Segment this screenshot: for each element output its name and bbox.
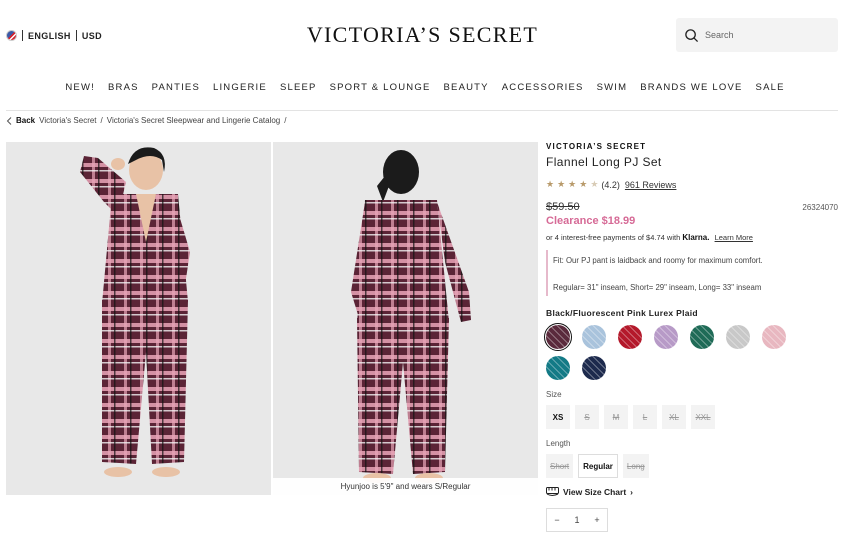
breadcrumb-link-catalog[interactable]: Victoria's Secret Sleepwear and Lingerie… xyxy=(107,116,280,125)
klarna-promo: or 4 interest-free payments of $4.74 wit… xyxy=(546,233,838,242)
klarna-learn-more-link[interactable]: Learn More xyxy=(715,233,753,242)
quantity-stepper[interactable]: − 1 + xyxy=(546,508,608,532)
clearance-price: Clearance $18.99 xyxy=(546,215,636,227)
star-icon: ★ xyxy=(557,179,566,189)
back-link[interactable]: Back xyxy=(6,116,35,125)
image-caption: Hyunjoo is 5'9" and wears S/Regular xyxy=(273,478,538,495)
language-label[interactable]: ENGLISH xyxy=(28,31,71,41)
ruler-icon xyxy=(546,487,559,496)
product-brand[interactable]: VICTORIA’S SECRET xyxy=(546,142,838,151)
locale-selector[interactable]: ENGLISH USD xyxy=(6,30,102,41)
inseam-info: Regular= 31" inseam, Short= 29" inseam, … xyxy=(553,283,762,292)
size-option-xs[interactable]: XS xyxy=(546,405,570,429)
original-price: $59.50 xyxy=(546,201,580,213)
size-option-xxl[interactable]: XXL xyxy=(691,405,715,429)
quantity-value: 1 xyxy=(574,515,580,525)
plus-icon[interactable]: + xyxy=(594,515,599,525)
color-swatch[interactable] xyxy=(690,325,714,349)
nav-item-lingerie[interactable]: LINGERIE xyxy=(213,82,267,93)
model-front-illustration xyxy=(80,147,190,477)
color-swatch[interactable] xyxy=(762,325,786,349)
nav-item-sport-lounge[interactable]: SPORT & LOUNGE xyxy=(330,82,431,93)
reviews-link[interactable]: 961 Reviews xyxy=(625,180,677,190)
product-name: Flannel Long PJ Set xyxy=(546,155,662,169)
length-option-regular[interactable]: Regular xyxy=(578,454,618,478)
length-label: Length xyxy=(546,439,571,448)
breadcrumb: Back Victoria's Secret / Victoria's Secr… xyxy=(6,116,286,125)
model-back-illustration xyxy=(351,150,471,483)
size-chart-label[interactable]: View Size Chart xyxy=(563,487,626,497)
price-row: $59.50 26324070 xyxy=(546,201,838,213)
color-swatch[interactable] xyxy=(618,325,642,349)
star-icon: ★ xyxy=(579,179,588,189)
nav-item-accessories[interactable]: ACCESSORIES xyxy=(502,82,584,93)
header: ENGLISH USD VICTORIA’S SECRET xyxy=(0,0,850,72)
rating-value: (4.2) xyxy=(601,179,620,190)
color-swatch[interactable] xyxy=(582,356,606,380)
size-option-s[interactable]: S xyxy=(575,405,599,429)
product-info: VICTORIA’S SECRET Flannel Long PJ Set ★ … xyxy=(544,142,838,532)
color-swatch[interactable] xyxy=(654,325,678,349)
fit-description: Fit: Our PJ pant is laidback and roomy f… xyxy=(553,256,763,265)
product-sku: 26324070 xyxy=(802,203,838,212)
chevron-right-icon: › xyxy=(630,487,633,497)
size-option-m[interactable]: M xyxy=(604,405,628,429)
nav-item-sleep[interactable]: SLEEP xyxy=(280,82,317,93)
klarna-logo: Klarna. xyxy=(682,233,710,242)
main-nav: NEW! BRAS PANTIES LINGERIE SLEEP SPORT &… xyxy=(0,82,850,93)
rating[interactable]: ★ ★ ★ ★ ★ (4.2) 961 Reviews xyxy=(546,179,838,190)
nav-item-brands[interactable]: BRANDS WE LOVE xyxy=(640,82,742,93)
klarna-text: or 4 interest-free payments of $4.74 wit… xyxy=(546,233,681,242)
divider xyxy=(22,30,23,41)
selected-color-name: Black/Fluorescent Pink Lurex Plaid xyxy=(546,308,698,318)
length-option-short[interactable]: Short xyxy=(546,454,574,478)
breadcrumb-separator: / xyxy=(100,116,103,125)
divider xyxy=(75,30,77,41)
size-option-xl[interactable]: XL xyxy=(662,405,686,429)
search-icon[interactable] xyxy=(684,28,699,43)
nav-item-sale[interactable]: SALE xyxy=(756,82,785,93)
search-box[interactable] xyxy=(676,18,838,52)
chevron-left-icon xyxy=(6,116,12,125)
nav-item-panties[interactable]: PANTIES xyxy=(152,82,200,93)
currency-label[interactable]: USD xyxy=(82,31,102,41)
star-empty-icon: ★ xyxy=(590,179,599,189)
size-options: XS S M L XL XXL xyxy=(546,405,838,429)
color-swatch[interactable] xyxy=(726,325,750,349)
search-input[interactable] xyxy=(705,30,825,40)
length-options: Short Regular Long xyxy=(546,454,838,478)
nav-divider xyxy=(6,110,838,111)
product-image-front[interactable] xyxy=(6,142,271,495)
length-option-long[interactable]: Long xyxy=(622,454,649,478)
color-swatch[interactable] xyxy=(546,356,570,380)
size-label: Size xyxy=(546,390,562,399)
nav-item-new[interactable]: NEW! xyxy=(65,82,95,93)
us-flag-icon xyxy=(6,30,17,41)
nav-item-beauty[interactable]: BEAUTY xyxy=(444,82,489,93)
nav-item-swim[interactable]: SWIM xyxy=(597,82,628,93)
brand-logo[interactable]: VICTORIA’S SECRET xyxy=(300,22,545,48)
fit-info: Fit: Our PJ pant is laidback and roomy f… xyxy=(546,250,838,296)
product-image-back[interactable]: Hyunjoo is 5'9" and wears S/Regular xyxy=(273,142,538,495)
color-swatch[interactable] xyxy=(544,323,572,351)
breadcrumb-separator: / xyxy=(284,116,287,125)
nav-item-bras[interactable]: BRAS xyxy=(108,82,139,93)
back-label[interactable]: Back xyxy=(16,116,35,125)
color-swatch[interactable] xyxy=(582,325,606,349)
color-swatches xyxy=(544,323,810,380)
star-icon: ★ xyxy=(546,179,555,189)
size-chart-link[interactable]: View Size Chart › xyxy=(546,487,838,497)
minus-icon[interactable]: − xyxy=(554,515,559,525)
size-option-l[interactable]: L xyxy=(633,405,657,429)
breadcrumb-link-home[interactable]: Victoria's Secret xyxy=(39,116,96,125)
star-icon: ★ xyxy=(568,179,577,189)
